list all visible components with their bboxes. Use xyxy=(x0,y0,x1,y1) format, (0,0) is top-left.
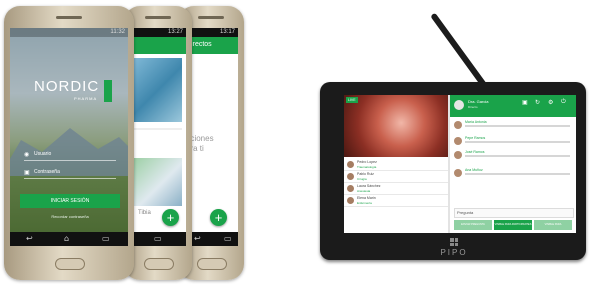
comment-row: José Ramos xyxy=(450,149,574,163)
tablet-device: LIVE Pedro Lopez Traumatología Pablo Ruiz… xyxy=(320,82,586,260)
avatar xyxy=(454,137,462,145)
video-thumbnail-top[interactable] xyxy=(134,58,182,122)
android-nav-bar: ▭ xyxy=(130,232,186,246)
comment-text xyxy=(465,125,570,127)
participant-name: Pedro Lopez xyxy=(357,160,377,164)
comment-row: María Antonia xyxy=(450,119,574,133)
avatar xyxy=(454,151,462,159)
live-badge: LIVE xyxy=(346,97,358,103)
participant-role: Anestesia xyxy=(357,189,371,193)
windows-logo-pane xyxy=(454,238,458,242)
header-sub: Directo xyxy=(468,105,478,109)
phone-front: 11:32 NORDIC PHARMA ◉ Usuario ▣ Contrase… xyxy=(4,6,134,280)
logo-tagline: PHARMA xyxy=(74,96,98,101)
card-label: Tibia xyxy=(138,210,151,216)
user-icon: ◉ xyxy=(24,152,30,158)
password-field[interactable]: ▣ Contraseña xyxy=(24,168,116,179)
question-placeholder: Pregunta xyxy=(457,210,474,215)
phone-middle: 13:27 Tibia + ▭ xyxy=(124,6,192,280)
avatar xyxy=(454,169,462,177)
phone-speaker xyxy=(198,16,224,19)
windows-logo-pane xyxy=(450,238,454,242)
video-thumbnail-bottom[interactable] xyxy=(134,158,182,206)
windows-logo-pane xyxy=(454,242,458,246)
settings-icon[interactable]: ⚙ xyxy=(548,99,553,106)
app-logo: NORDIC PHARMA xyxy=(34,78,114,108)
tablet-screen: LIVE Pedro Lopez Traumatología Pablo Ruiz… xyxy=(344,95,576,233)
participant-row[interactable]: Pedro Lopez Traumatología xyxy=(344,159,448,171)
participant-role: Cirugía xyxy=(357,177,367,181)
lock-icon: ▣ xyxy=(24,170,30,176)
status-bar: 13:27 xyxy=(130,28,186,37)
participant-row[interactable]: Pablo Ruiz Cirugía xyxy=(344,171,448,183)
card-divider xyxy=(134,128,182,130)
participant-row[interactable]: Elena Marin Enfermería xyxy=(344,195,448,207)
phone-speaker xyxy=(145,16,171,19)
mountain-backdrop xyxy=(10,128,128,176)
comment-row: Pepe Ramos xyxy=(450,135,574,149)
refresh-icon[interactable]: ↻ xyxy=(535,99,540,106)
home-key[interactable] xyxy=(197,258,227,270)
comment-text xyxy=(465,155,570,157)
phone-back-screen: 13:17 Directos nciones ara ti + ↩ ▭ xyxy=(184,28,238,246)
android-nav-bar: ↩ ▭ xyxy=(184,232,238,246)
user-label: Usuario xyxy=(34,151,52,157)
recent-apps-nav-icon[interactable]: ▭ xyxy=(102,234,110,244)
live-video[interactable] xyxy=(344,95,448,157)
user-field[interactable]: ◉ Usuario xyxy=(24,150,116,161)
back-nav-icon[interactable]: ↩ xyxy=(26,234,33,244)
avatar xyxy=(347,185,354,192)
phone-middle-screen: 13:27 Tibia + ▭ xyxy=(130,28,186,246)
comment-author: María Antonia xyxy=(465,120,487,124)
back-nav-icon[interactable]: ↩ xyxy=(194,234,201,244)
logo-mark xyxy=(104,80,112,102)
windows-logo-pane xyxy=(450,242,454,246)
recent-apps-nav-icon[interactable]: ▭ xyxy=(224,234,232,244)
app-bar: Directos xyxy=(184,37,238,54)
home-key[interactable] xyxy=(144,258,174,270)
send-question-button[interactable]: ENVIAR PREGUNTA xyxy=(454,220,492,230)
comment-row: Ana Muñoz xyxy=(450,167,574,181)
forgot-password-link[interactable]: Recordar contraseña xyxy=(20,214,120,219)
comment-text xyxy=(465,173,570,175)
recent-apps-nav-icon[interactable]: ▭ xyxy=(154,234,162,244)
comment-text xyxy=(465,141,570,143)
chat-header: Dra. Garcia Directo ▣ ↻ ⚙ ⏻ xyxy=(450,95,576,117)
visible-participants-button[interactable]: VISIBLE PARA PARTICIPANTES xyxy=(494,220,532,230)
comment-author: José Ramos xyxy=(465,150,485,154)
home-nav-icon[interactable]: ⌂ xyxy=(64,234,69,244)
camera-icon[interactable]: ▣ xyxy=(522,99,528,106)
status-bar: 11:32 xyxy=(10,28,128,37)
password-label: Contraseña xyxy=(34,169,60,175)
power-icon[interactable]: ⏻ xyxy=(561,99,566,106)
question-input[interactable]: Pregunta xyxy=(454,208,574,218)
participant-role: Traumatología xyxy=(357,165,377,169)
visible-organizers-button[interactable]: VISIBLE PARA ORGANIZADORES xyxy=(534,220,572,230)
brand-label: PIPO xyxy=(440,248,468,257)
header-user: Dra. Garcia xyxy=(468,99,489,104)
phone-speaker xyxy=(56,16,82,19)
home-key[interactable] xyxy=(55,258,85,270)
participant-name: Pablo Ruiz xyxy=(357,172,374,176)
login-button[interactable]: INICIAR SESIÓN xyxy=(20,194,120,208)
status-bar: 13:17 xyxy=(184,28,238,37)
phone-front-screen: 11:32 NORDIC PHARMA ◉ Usuario ▣ Contrase… xyxy=(10,28,128,246)
participant-role: Enfermería xyxy=(357,201,372,205)
header-avatar xyxy=(454,100,464,110)
participant-name: Elena Marin xyxy=(357,196,376,200)
app-bar xyxy=(130,37,186,54)
avatar xyxy=(347,197,354,204)
avatar xyxy=(347,161,354,168)
avatar xyxy=(454,121,462,129)
add-fab-button[interactable]: + xyxy=(162,209,179,226)
comment-author: Ana Muñoz xyxy=(465,168,483,172)
android-nav-bar: ↩ ⌂ ▭ xyxy=(10,232,128,246)
participant-name: Laura Sánchez xyxy=(357,184,381,188)
participant-row[interactable]: Laura Sánchez Anestesia xyxy=(344,183,448,195)
logo-word: NORDIC xyxy=(34,78,100,95)
windows-logo-icon[interactable] xyxy=(450,238,458,246)
add-fab-button[interactable]: + xyxy=(210,209,227,226)
avatar xyxy=(347,173,354,180)
comment-author: Pepe Ramos xyxy=(465,136,486,140)
